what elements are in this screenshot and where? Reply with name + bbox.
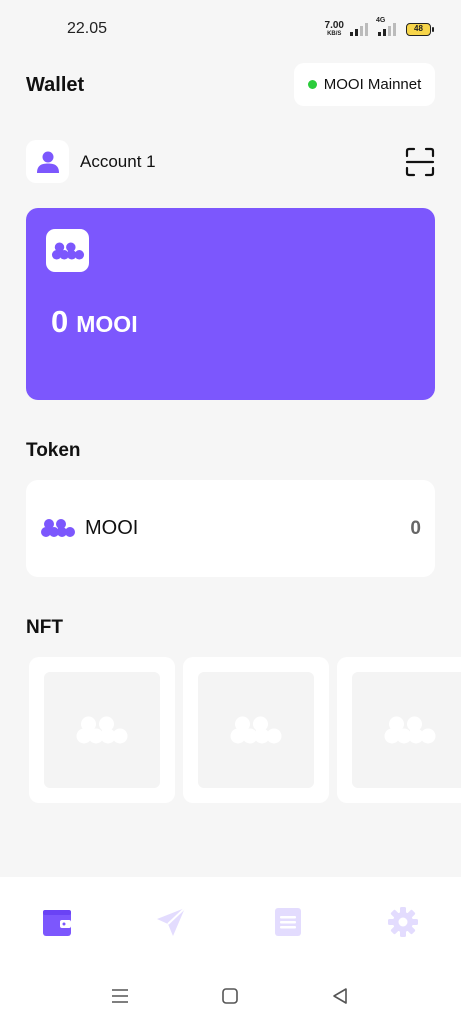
nav-tab-settings[interactable] [386, 905, 420, 939]
nft-placeholder-image [44, 672, 160, 788]
settings-gear-icon [388, 907, 418, 937]
system-menu-button[interactable] [108, 984, 132, 1008]
nav-tab-send[interactable] [154, 905, 188, 939]
send-icon [157, 907, 186, 936]
account-avatar-button[interactable] [26, 140, 69, 183]
token-logo [40, 517, 76, 544]
balance-card: 0 MOOI [26, 208, 435, 400]
mooi-logo-icon [41, 519, 75, 537]
status-indicators: 7.00 KB/S 4G 48 [324, 17, 434, 38]
mooi-logo-icon [51, 242, 84, 259]
scan-qr-icon [405, 147, 435, 177]
nav-tab-history[interactable] [271, 905, 305, 939]
home-icon [222, 988, 238, 1004]
nft-placeholder-image [198, 672, 314, 788]
back-icon [333, 988, 347, 1004]
network-speed-value: 7.00 [324, 20, 344, 31]
scan-qr-button[interactable] [405, 147, 435, 177]
nft-placeholder-image [352, 672, 461, 788]
account-row: Account 1 [26, 140, 435, 184]
wallet-icon [43, 910, 71, 936]
token-balance: 0 [410, 518, 421, 539]
nft-section-title: NFT [26, 617, 63, 638]
nft-placeholder-card[interactable] [337, 657, 461, 803]
nav-tab-wallet[interactable] [40, 905, 74, 939]
token-list-item[interactable]: MOOI 0 [26, 480, 435, 577]
signal-4g-icon: 4G [376, 17, 396, 36]
bottom-navigation [0, 877, 461, 967]
token-section-title: Token [26, 440, 81, 461]
signal-icon [350, 22, 368, 36]
nft-placeholder-card[interactable] [183, 657, 329, 803]
system-navigation-bar [0, 967, 461, 1024]
battery-level: 48 [414, 24, 423, 33]
user-icon [36, 151, 59, 173]
mooi-logo-placeholder-icon [76, 716, 128, 744]
balance-display: 0 MOOI [51, 304, 138, 340]
token-name: MOOI [85, 517, 139, 539]
system-back-button[interactable] [328, 984, 352, 1008]
mooi-logo-placeholder-icon [384, 716, 436, 744]
mooi-logo-placeholder-icon [230, 716, 282, 744]
nft-carousel[interactable] [0, 657, 461, 803]
network-speed: 7.00 KB/S [324, 20, 344, 38]
card-logo [46, 229, 89, 272]
balance-unit: MOOI [76, 311, 138, 337]
nft-placeholder-card[interactable] [29, 657, 175, 803]
network-name: MOOI Mainnet [323, 76, 422, 93]
header: Wallet MOOI Mainnet [26, 63, 435, 106]
battery-icon: 48 [406, 22, 434, 36]
network-type: 4G [376, 17, 386, 24]
history-icon [275, 908, 301, 936]
status-time: 22.05 [67, 20, 108, 37]
network-speed-unit: KB/S [327, 31, 342, 37]
page-title: Wallet [26, 74, 85, 96]
account-name[interactable]: Account 1 [80, 152, 156, 172]
system-home-button[interactable] [218, 984, 242, 1008]
status-bar: 22.05 7.00 KB/S 4G 48 [0, 0, 461, 56]
balance-amount: 0 [51, 304, 69, 339]
menu-icon [112, 989, 128, 1003]
network-status-dot [307, 80, 317, 89]
network-selector-button[interactable]: MOOI Mainnet [294, 63, 435, 106]
